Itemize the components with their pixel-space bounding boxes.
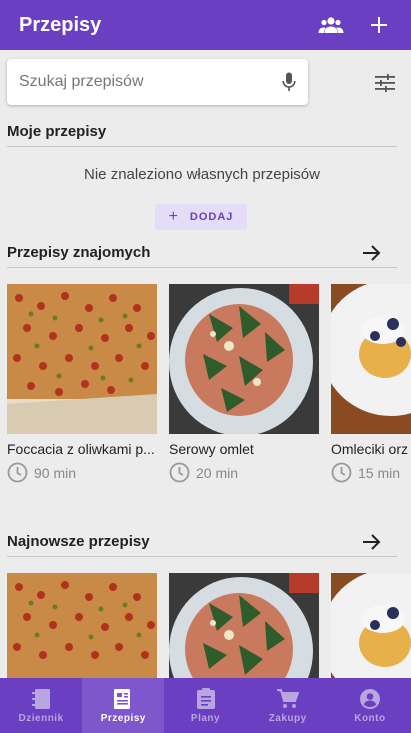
nav-item-plany[interactable]: Plany <box>164 678 246 733</box>
mic-icon[interactable] <box>282 72 296 92</box>
nav-item-dziennik[interactable]: Dziennik <box>0 678 82 733</box>
page-title: Przepisy <box>19 13 102 36</box>
nav-label: Dziennik <box>18 712 64 724</box>
recipe-time: 20 min <box>169 462 319 483</box>
my-recipes-title: Moje przepisy <box>7 123 107 140</box>
plus-icon <box>371 17 387 33</box>
arrow-right-icon <box>363 534 381 550</box>
nav-item-przepisy[interactable]: Przepisy <box>82 678 165 733</box>
divider <box>7 267 397 268</box>
account-icon <box>359 688 380 709</box>
recipe-image-pancakes <box>331 284 411 434</box>
clock-icon <box>331 462 352 483</box>
recipe-name: Foccacia z oliwkami p... <box>7 441 155 457</box>
add-recipe-button[interactable] <box>361 7 397 43</box>
recipe-time-value: 20 min <box>196 464 239 481</box>
friends-button[interactable] <box>313 7 349 43</box>
recipe-time: 90 min <box>7 462 157 483</box>
add-button-label: DODAJ <box>189 211 234 223</box>
recipe-time: 15 min <box>331 462 411 483</box>
recipe-book-icon <box>114 688 131 709</box>
bottom-navigation: Dziennik Przepisy Plany Zakupy Konto <box>0 678 411 733</box>
recipe-time-value: 90 min <box>34 464 77 481</box>
nav-label: Plany <box>190 712 221 724</box>
clock-icon <box>7 462 28 483</box>
nav-label: Zakupy <box>268 712 307 724</box>
recipe-image-focaccia <box>7 284 157 434</box>
recipe-image-omelet <box>169 284 319 434</box>
friends-recipes-more-button[interactable] <box>360 241 384 265</box>
friends-recipes-title: Przepisy znajomych <box>7 244 151 261</box>
filter-button[interactable] <box>371 70 399 96</box>
divider <box>7 556 397 557</box>
newest-recipes-title: Najnowsze przepisy <box>7 533 150 550</box>
clipboard-icon <box>196 688 215 709</box>
search-input[interactable] <box>19 73 282 91</box>
nav-label: Konto <box>354 712 386 724</box>
recipe-name: Serowy omlet <box>169 441 254 457</box>
recipe-card[interactable]: Foccacia z oliwkami p... 90 min <box>7 284 157 483</box>
empty-state-text: Nie znaleziono własnych przepisów <box>84 166 320 183</box>
cart-icon <box>276 688 299 708</box>
plus-icon: + <box>168 208 179 225</box>
arrow-right-icon <box>363 245 381 261</box>
app-bar: Przepisy <box>0 0 411 50</box>
recipe-card[interactable]: Serowy omlet 20 min <box>169 284 319 483</box>
clock-icon <box>169 462 190 483</box>
nav-item-zakupy[interactable]: Zakupy <box>247 678 329 733</box>
search-bar <box>7 59 308 105</box>
tune-icon <box>375 74 395 92</box>
recipe-name: Omleciki orz <box>331 441 409 457</box>
nav-label: Przepisy <box>100 712 146 724</box>
nav-item-konto[interactable]: Konto <box>329 678 411 733</box>
divider <box>7 146 397 147</box>
add-own-recipe-button[interactable]: + DODAJ <box>155 204 247 230</box>
recipe-card[interactable]: Omleciki orz 15 min <box>331 284 411 483</box>
notebook-icon <box>32 688 51 709</box>
newest-recipes-more-button[interactable] <box>360 530 384 554</box>
recipe-time-value: 15 min <box>358 464 401 481</box>
people-icon <box>318 17 344 33</box>
